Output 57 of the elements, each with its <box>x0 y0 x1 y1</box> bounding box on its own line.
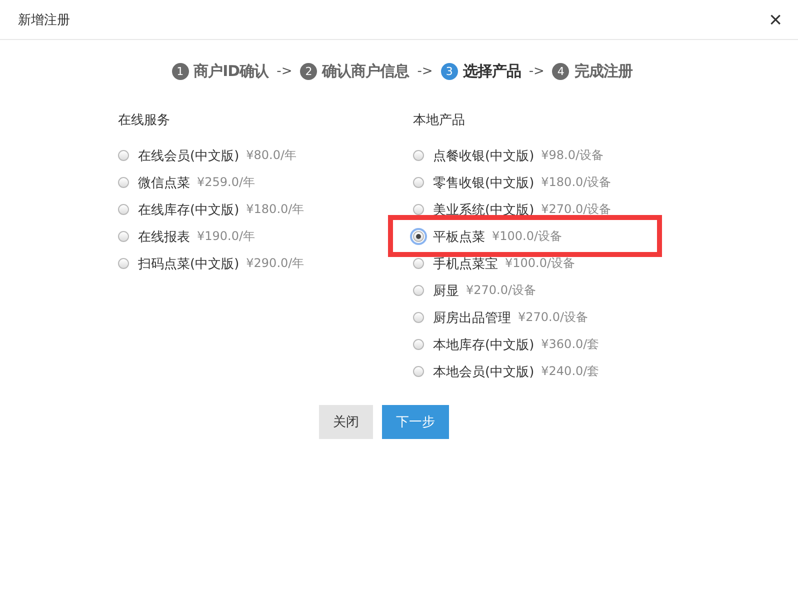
product-name: 在线会员(中文版) <box>138 148 240 164</box>
step-number: 2 <box>300 63 318 80</box>
product-price: ¥190.0/年 <box>197 228 256 245</box>
product-name: 厨显 <box>433 282 459 300</box>
product-price: ¥270.0/设备 <box>518 309 588 326</box>
radio-button[interactable] <box>413 285 424 296</box>
dialog-title: 新增注册 <box>18 12 70 28</box>
group-title: 本地产品 <box>413 112 466 129</box>
product-price: ¥100.0/设备 <box>492 228 562 245</box>
radio-button[interactable] <box>413 312 424 323</box>
product-price: ¥240.0/套 <box>541 363 600 380</box>
radio-button[interactable] <box>413 366 424 377</box>
step-label: 完成注册 <box>574 62 632 81</box>
product-price: ¥180.0/设备 <box>541 174 612 191</box>
step-label: 确认商户信息 <box>322 62 410 81</box>
step-label: 选择产品 <box>462 62 521 81</box>
step-separator: -> <box>528 64 544 79</box>
group-title: 在线服务 <box>118 112 171 129</box>
step-number: 3 <box>440 63 458 80</box>
product-name: 扫码点菜(中文版) <box>138 256 240 272</box>
product-price: ¥180.0/年 <box>246 201 304 218</box>
product-price: ¥360.0/套 <box>541 336 600 353</box>
product-price: ¥290.0/年 <box>246 255 304 272</box>
product-price: ¥259.0/年 <box>197 174 256 191</box>
product-name: 本地库存(中文版) <box>433 336 534 354</box>
step-number: 4 <box>552 63 570 80</box>
step-number: 1 <box>172 63 189 80</box>
radio-button[interactable] <box>118 204 129 215</box>
product-name: 在线库存(中文版) <box>138 202 240 218</box>
product-name: 本地会员(中文版) <box>433 364 534 380</box>
radio-button[interactable] <box>413 258 424 269</box>
product-name: 微信点菜 <box>138 174 190 192</box>
radio-button[interactable] <box>118 258 129 269</box>
radio-button[interactable] <box>118 177 129 188</box>
product-name: 手机点菜宝 <box>433 256 498 272</box>
product-name: 厨房出品管理 <box>433 310 511 326</box>
step-separator: -> <box>276 64 292 79</box>
step-separator: -> <box>417 64 433 79</box>
step-label: 商户ID确认 <box>194 62 269 81</box>
radio-button[interactable] <box>118 150 129 161</box>
product-price: ¥270.0/设备 <box>466 282 536 299</box>
product-name: 零售收银(中文版) <box>433 174 534 192</box>
radio-button[interactable] <box>413 231 424 242</box>
product-price: ¥100.0/设备 <box>505 255 576 272</box>
product-name: 在线报表 <box>138 228 190 246</box>
radio-button[interactable] <box>413 150 424 161</box>
radio-button[interactable] <box>413 339 424 350</box>
radio-button[interactable] <box>413 177 424 188</box>
radio-button[interactable] <box>118 231 129 242</box>
product-price: ¥98.0/设备 <box>541 147 604 164</box>
product-price: ¥80.0/年 <box>246 147 297 164</box>
product-name: 平板点菜 <box>433 228 485 246</box>
close-button[interactable]: 关闭 <box>319 405 373 439</box>
product-price: ¥270.0/设备 <box>541 201 612 218</box>
close-button[interactable]: × <box>769 8 782 30</box>
radio-button[interactable] <box>413 204 424 215</box>
product-name: 点餐收银(中文版) <box>433 148 534 164</box>
